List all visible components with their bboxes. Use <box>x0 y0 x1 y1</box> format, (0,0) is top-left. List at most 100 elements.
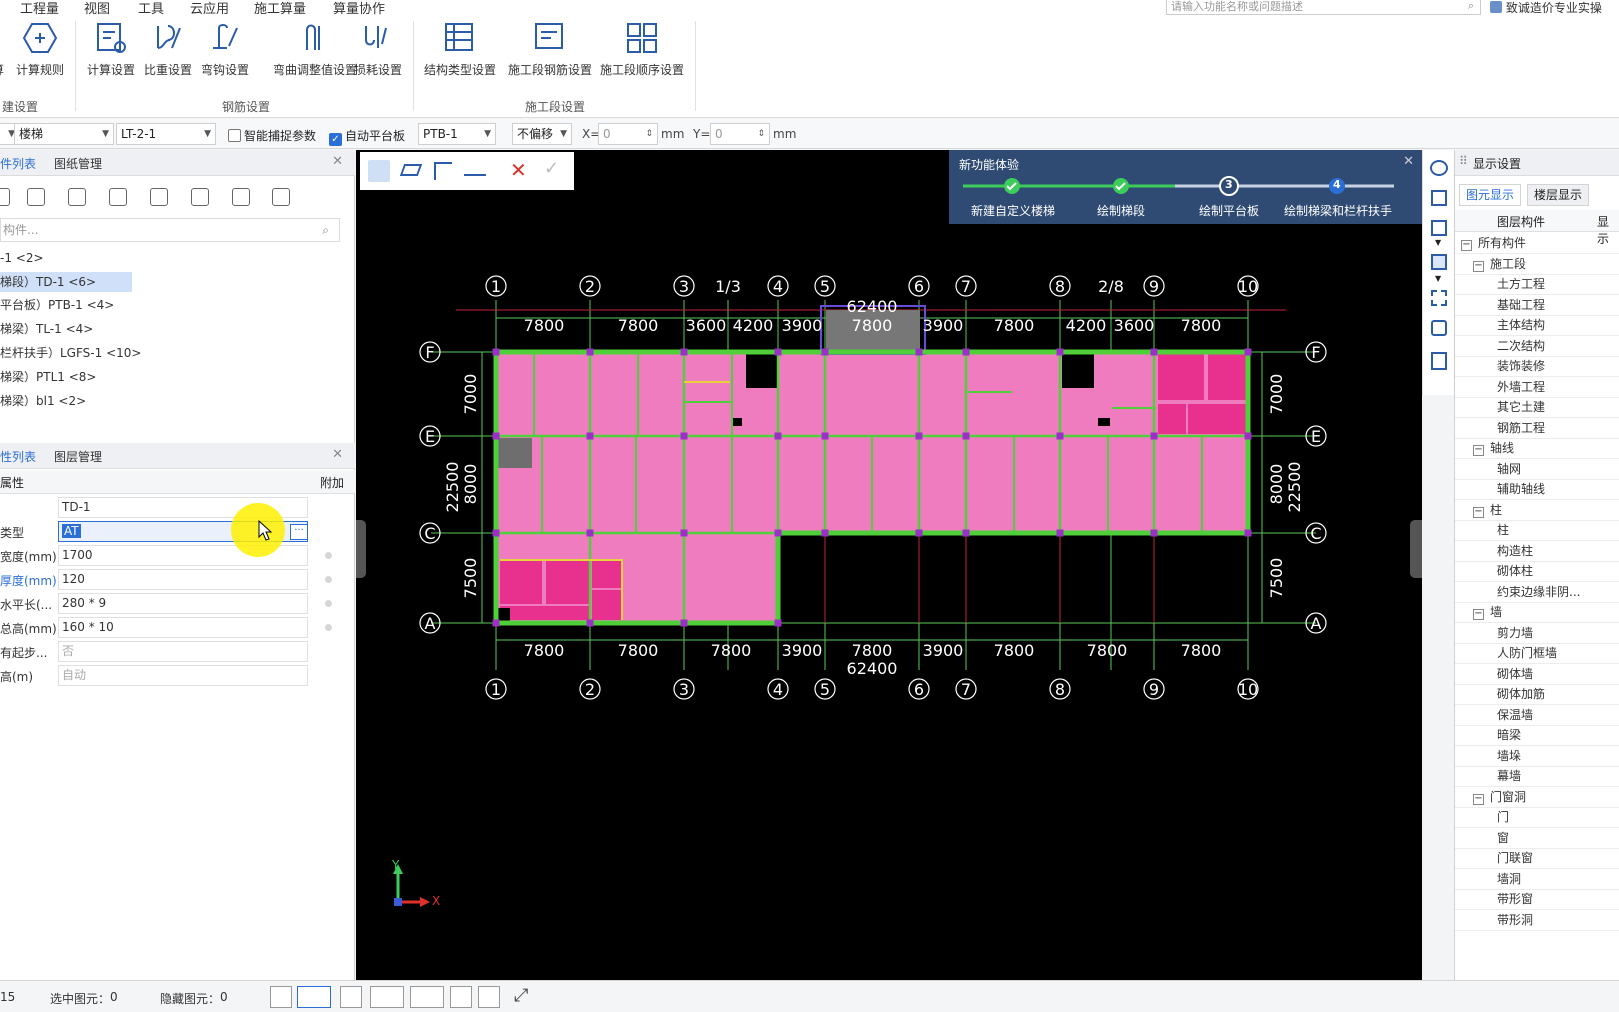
tree-item[interactable]: 带形窗 <box>1455 889 1619 910</box>
tree-item[interactable]: − 门窗洞 <box>1455 787 1619 808</box>
list-item[interactable]: 梯梁）PTL1 <8> <box>0 367 106 387</box>
platform-select[interactable]: PTB-1 ▼ <box>418 123 496 145</box>
tab-component-list[interactable]: 件列表 <box>0 155 36 172</box>
more-options-icon[interactable]: ··· <box>290 524 308 540</box>
tree-item[interactable]: 约束边缘非阴... <box>1455 582 1619 603</box>
stepper-icon[interactable]: ⇕ <box>757 124 765 144</box>
tree-item[interactable]: 人防门框墙 <box>1455 643 1619 664</box>
solid-view-icon[interactable] <box>1431 254 1447 270</box>
tree-item[interactable]: 带形洞 <box>1455 910 1619 931</box>
ortho-snap-icon[interactable] <box>270 986 292 1008</box>
list-item[interactable]: 梯梁）bl1 <2> <box>0 391 96 411</box>
property-value-input[interactable]: 160 * 10 <box>58 617 308 638</box>
checkbox-box[interactable] <box>228 129 241 142</box>
tree-item[interactable]: − 所有构件 <box>1455 233 1619 254</box>
report-icon[interactable] <box>1431 352 1447 370</box>
attach-dot[interactable] <box>325 600 332 607</box>
segment-rebar-button[interactable]: 施工段钢筋设置 <box>504 20 596 78</box>
3d-view-icon[interactable] <box>1431 190 1447 206</box>
property-value-input[interactable]: 自动 <box>58 665 308 686</box>
tree-item[interactable]: 装饰装修 <box>1455 356 1619 377</box>
property-value-input[interactable]: 否 <box>58 641 308 662</box>
angle-snap-icon[interactable] <box>370 986 404 1008</box>
component-search-input[interactable]: 构件... ⌕ <box>0 218 340 242</box>
function-search-input[interactable]: 请输入功能名称或问题描述 ⌕ <box>1166 0 1481 15</box>
tree-item[interactable]: 钢筋工程 <box>1455 418 1619 439</box>
attach-dot[interactable] <box>325 576 332 583</box>
object-snap-icon[interactable] <box>297 986 331 1008</box>
tree-item[interactable]: 其它土建 <box>1455 397 1619 418</box>
tab-element-display[interactable]: 图元显示 <box>1459 184 1522 206</box>
tree-item[interactable]: 墙垛 <box>1455 746 1619 767</box>
loss-settings-button[interactable]: 损耗设置 <box>352 20 404 78</box>
collapse-toggle-icon[interactable]: − <box>1473 445 1484 456</box>
segment-order-button[interactable]: 施工段顺序设置 <box>598 20 686 78</box>
list-item-selected[interactable]: 梯段）TD-1 <6> <box>0 272 132 292</box>
close-icon[interactable]: ✕ <box>332 154 343 169</box>
weight-settings-button[interactable]: 比重设置 <box>142 20 194 78</box>
property-value-input[interactable]: 280 * 9 <box>58 593 308 614</box>
tab-drawing-management[interactable]: 图纸管理 <box>54 155 102 172</box>
structure-type-button[interactable]: 结构类型设置 <box>422 20 498 78</box>
component-name-select[interactable]: LT-2-1 ▼ <box>116 123 216 145</box>
calc-settings-button[interactable]: 计算设置 <box>84 20 138 78</box>
list-item[interactable]: 栏杆扶手）LGFS-1 <10> <box>0 343 151 363</box>
collapse-right-handle[interactable] <box>1410 520 1422 578</box>
tree-item[interactable]: 门 <box>1455 807 1619 828</box>
tree-item[interactable]: − 墙 <box>1455 602 1619 623</box>
box-view-icon[interactable] <box>1431 320 1447 336</box>
collapse-toggle-icon[interactable]: − <box>1473 260 1484 272</box>
offset-snap-icon[interactable] <box>410 986 444 1008</box>
chevron-down-icon[interactable]: ▼ <box>1435 274 1441 283</box>
list-item[interactable]: 平台板）PTB-1 <4> <box>0 295 124 315</box>
property-value-input[interactable]: 120 <box>58 569 308 590</box>
import-icon[interactable] <box>191 188 209 206</box>
tab-layer-management[interactable]: 图层管理 <box>54 448 102 465</box>
search-icon[interactable]: ⌕ <box>1468 0 1474 12</box>
y-input[interactable]: 0 ⇕ <box>710 123 770 145</box>
cross-snap-icon[interactable] <box>340 986 362 1008</box>
tree-item[interactable]: 墙洞 <box>1455 869 1619 890</box>
attach-dot[interactable] <box>325 624 332 631</box>
fullscreen-icon[interactable]: ⤢ <box>514 985 528 1006</box>
stepper-icon[interactable]: ⇕ <box>645 124 653 144</box>
hook-settings-button[interactable]: 弯钩设置 <box>199 20 251 78</box>
tree-item[interactable]: 构造柱 <box>1455 541 1619 562</box>
tree-item[interactable]: 砌体加筋 <box>1455 684 1619 705</box>
fit-view-icon[interactable] <box>1431 290 1447 306</box>
tree-item[interactable]: 保温墙 <box>1455 705 1619 726</box>
floor-copy-icon[interactable] <box>150 188 168 206</box>
collapse-toggle-icon[interactable]: − <box>1473 609 1484 620</box>
calc-rules-button[interactable]: 计算规则 <box>14 20 66 78</box>
dynamic-view-icon[interactable] <box>1430 160 1448 176</box>
new-component-icon[interactable] <box>0 188 10 206</box>
list-item[interactable]: -1 <2> <box>0 248 54 268</box>
offset-select[interactable]: 不偏移 ▼ <box>512 123 572 145</box>
chevron-down-icon[interactable]: ▼ <box>1435 238 1441 247</box>
collapse-toggle-icon[interactable]: − <box>1473 793 1484 805</box>
list-item[interactable]: 梯梁）TL-1 <4> <box>0 319 103 339</box>
copy-icon[interactable] <box>27 188 45 206</box>
tree-item[interactable]: 外墙工程 <box>1455 377 1619 398</box>
tree-item[interactable]: − 柱 <box>1455 500 1619 521</box>
collapse-toggle-icon[interactable]: − <box>1461 240 1472 251</box>
arc-snap-icon[interactable] <box>478 986 500 1008</box>
duplicate-icon[interactable] <box>109 188 127 206</box>
cube-view-icon[interactable] <box>1431 220 1447 236</box>
tab-floor-display[interactable]: 楼层显示 <box>1527 184 1590 206</box>
tree-item[interactable]: 砌体墙 <box>1455 664 1619 685</box>
close-icon[interactable]: ✕ <box>332 447 343 462</box>
tree-item[interactable]: 门联窗 <box>1455 848 1619 869</box>
list-view-icon[interactable] <box>272 188 290 206</box>
user-account[interactable]: 致诚造价专业实操 <box>1490 0 1602 16</box>
ribbon-button-partial[interactable]: 算 <box>0 20 10 78</box>
tree-item[interactable]: 土方工程 <box>1455 274 1619 295</box>
tree-item[interactable]: 基础工程 <box>1455 295 1619 316</box>
dynamic-input-icon[interactable] <box>450 986 472 1008</box>
tab-property-list[interactable]: 性列表 <box>0 448 36 465</box>
tree-item[interactable]: 砌体柱 <box>1455 561 1619 582</box>
tree-item[interactable]: 辅助轴线 <box>1455 479 1619 500</box>
tree-item[interactable]: 主体结构 <box>1455 315 1619 336</box>
component-type-select[interactable]: 楼梯 ▼ <box>14 123 114 145</box>
attach-dot[interactable] <box>325 552 332 559</box>
